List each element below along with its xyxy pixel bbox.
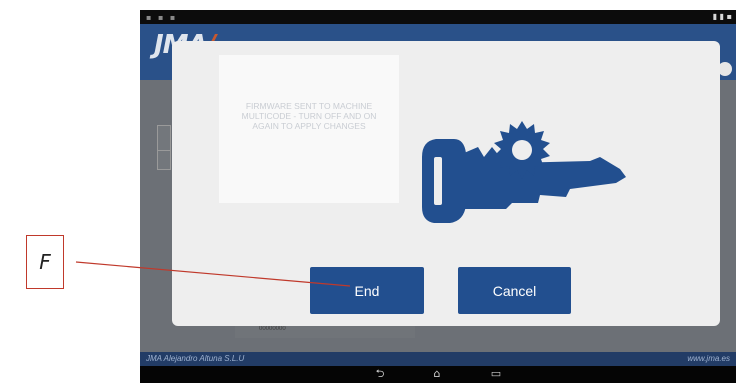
app-footer: JMA Alejandro Altuna S.L.U www.jma.es: [140, 352, 736, 366]
footer-website: www.jma.es: [687, 354, 730, 363]
confirmation-dialog: FIRMWARE SENT TO MACHINE MULTICODE - TUR…: [172, 41, 720, 326]
status-bar: ▪ ▪ ▪ ▮ ▮ ▪: [140, 10, 736, 24]
cancel-button[interactable]: Cancel: [458, 267, 571, 314]
end-button[interactable]: End: [310, 267, 424, 314]
android-nav-bar: ⮌ ⌂ ▭: [140, 366, 736, 383]
dialog-message: FIRMWARE SENT TO MACHINE MULTICODE - TUR…: [241, 101, 377, 131]
annotation-label: F: [39, 250, 51, 274]
annotation-callout: F: [26, 235, 64, 289]
background-field: [157, 150, 171, 170]
status-icons: ▮ ▮ ▪: [712, 12, 732, 21]
recents-icon[interactable]: ▭: [488, 368, 504, 380]
notification-icons: ▪ ▪ ▪: [146, 13, 178, 22]
key-with-blade-icon: [422, 121, 626, 223]
canvas: ▪ ▪ ▪ ▮ ▮ ▪ JMA/ 00000000 JMA Alejandro …: [0, 0, 736, 383]
home-icon[interactable]: ⌂: [429, 368, 445, 380]
settings-gear-icon[interactable]: [718, 62, 732, 76]
back-icon[interactable]: ⮌: [372, 368, 388, 380]
message-panel: FIRMWARE SENT TO MACHINE MULTICODE - TUR…: [219, 55, 399, 203]
footer-company: JMA Alejandro Altuna S.L.U: [146, 354, 245, 363]
